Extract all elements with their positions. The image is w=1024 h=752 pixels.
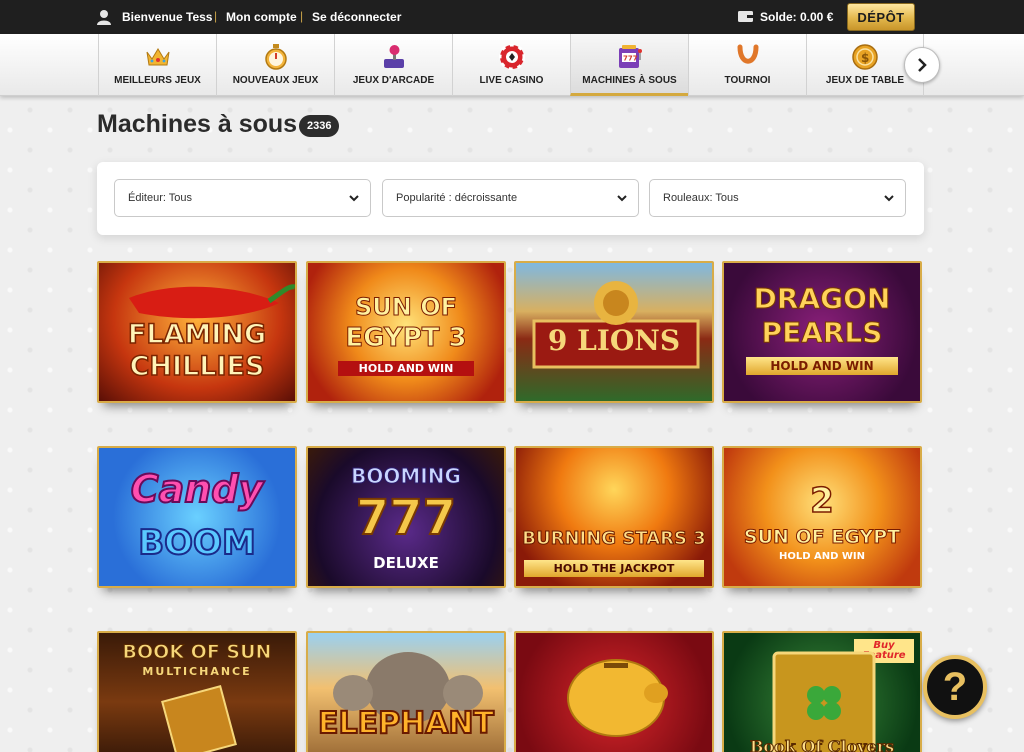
help-button[interactable]: ?: [923, 655, 987, 719]
reels-select[interactable]: Rouleaux: Tous: [649, 179, 906, 217]
reels-select-value: Rouleaux: Tous: [663, 192, 739, 204]
category-best-games[interactable]: MEILLEURS JEUX: [98, 34, 216, 96]
game-title-line2: 777: [355, 490, 457, 546]
user-icon: [97, 10, 111, 25]
game-title-line1: FLAMING: [127, 319, 267, 350]
popularity-select[interactable]: Popularité : décroissante: [382, 179, 639, 217]
chevron-down-icon: [349, 195, 359, 202]
category-label: MACHINES À SOUS: [582, 75, 677, 86]
greeting-text: Bienvenue Tess: [122, 10, 213, 24]
separator: |: [300, 9, 304, 23]
book-art: [161, 685, 237, 752]
game-tile-candy-boom[interactable]: Candy BOOM: [97, 446, 297, 588]
game-title-line3: HOLD AND WIN: [338, 361, 474, 376]
game-title-line3: HOLD AND WIN: [746, 357, 898, 375]
category-label: LIVE CASINO: [479, 75, 544, 86]
account-link[interactable]: Mon compte: [226, 10, 297, 24]
joystick-icon: [380, 44, 408, 70]
game-title-line1: BURNING STARS 3: [522, 528, 706, 549]
game-tile-dragon-pearls[interactable]: DRAGON PEARLS HOLD AND WIN: [722, 261, 922, 403]
game-title-line3: DELUXE: [373, 554, 439, 572]
svg-text:$: $: [861, 51, 869, 65]
poker-chip-icon: [498, 44, 526, 70]
clover-book-art: [772, 651, 876, 752]
popularity-select-value: Popularité : décroissante: [396, 192, 518, 204]
wallet-icon: [738, 11, 753, 22]
game-title-line2: HOLD THE JACKPOT: [524, 560, 704, 577]
stopwatch-icon: [262, 44, 290, 70]
category-label: NOUVEAUX JEUX: [232, 75, 319, 86]
category-label: MEILLEURS JEUX: [114, 75, 201, 86]
page-title: Machines à sous: [97, 110, 298, 138]
game-title-line2: CHILLIES: [129, 351, 265, 382]
coin-icon: $: [851, 44, 879, 70]
game-title-line1: Candy: [130, 467, 265, 511]
category-label: JEUX DE TABLE: [825, 75, 905, 86]
separator: |: [214, 9, 218, 23]
slot-machine-icon: 777: [616, 44, 644, 70]
game-tile-book-of-clovers[interactable]: Buy Feature Book Of Clovers: [722, 631, 922, 752]
game-tile-9-lions[interactable]: 9 LIONS: [514, 261, 714, 403]
chevron-down-icon: [884, 195, 894, 202]
game-title-line1: DRAGON: [753, 282, 891, 315]
publisher-select-value: Éditeur: Tous: [128, 192, 193, 204]
filters-panel: Éditeur: Tous Popularité : décroissante …: [97, 162, 924, 235]
game-tile-flaming-chillies[interactable]: FLAMING CHILLIES: [97, 261, 297, 403]
game-title-line2: SUN OF EGYPT: [743, 526, 901, 548]
game-tile-booming-777[interactable]: BOOMING 777 DELUXE: [306, 446, 506, 588]
game-title-line2: PEARLS: [761, 316, 883, 349]
game-title-line2: BOOM: [137, 523, 257, 563]
category-new-games[interactable]: NOUVEAUX JEUX: [216, 34, 334, 96]
publisher-select[interactable]: Éditeur: Tous: [114, 179, 371, 217]
game-title-line2: Book Of Clovers: [749, 737, 895, 752]
logout-link[interactable]: Se déconnecter: [312, 10, 401, 24]
game-title-line3: HOLD AND WIN: [778, 551, 866, 562]
game-tile-elephant-stampede[interactable]: ELEPHANT: [306, 631, 506, 752]
account-bar: Bienvenue Tess | Mon compte | Se déconne…: [0, 0, 1024, 34]
category-nav: MEILLEURS JEUX NOUVEAUX JEUX JEUX D'ARCA…: [0, 34, 1024, 96]
game-tile-sun-of-egypt-2[interactable]: 2 SUN OF EGYPT HOLD AND WIN: [722, 446, 922, 588]
category-live-casino[interactable]: LIVE CASINO: [452, 34, 570, 96]
category-tournament[interactable]: TOURNOI: [688, 34, 806, 96]
game-title-line2: EGYPT 3: [345, 323, 467, 353]
balance-text: Solde: 0.00 €: [760, 10, 834, 24]
category-slot-machines[interactable]: 777 MACHINES À SOUS: [570, 34, 688, 96]
horseshoe-icon: [734, 44, 762, 70]
svg-text:777: 777: [623, 55, 638, 63]
game-title-line1: ELEPHANT: [317, 706, 495, 741]
game-title-line1: SUN OF: [354, 293, 457, 321]
chevron-down-icon: [617, 195, 627, 202]
piggy-bank-art: [567, 659, 668, 737]
nav-next-button[interactable]: [904, 47, 940, 83]
chevron-right-icon: [918, 58, 927, 72]
deposit-button[interactable]: DÉPÔT: [847, 3, 915, 31]
crown-icon: [144, 44, 172, 70]
game-tile-sun-of-egypt-3[interactable]: SUN OF EGYPT 3 HOLD AND WIN: [306, 261, 506, 403]
game-title-line1: 2: [809, 481, 834, 521]
game-tile-piggy[interactable]: [514, 631, 714, 752]
category-label: TOURNOI: [724, 75, 771, 86]
category-label: JEUX D'ARCADE: [352, 75, 435, 86]
game-tile-book-of-sun[interactable]: BOOK OF SUN MULTICHANCE: [97, 631, 297, 752]
category-arcade[interactable]: JEUX D'ARCADE: [334, 34, 452, 96]
game-title-line1: BOOMING: [351, 464, 462, 488]
game-title-line1: 9 LIONS: [547, 324, 681, 357]
game-tile-burning-stars-3[interactable]: BURNING STARS 3 HOLD THE JACKPOT: [514, 446, 714, 588]
count-badge: 2336: [299, 115, 340, 137]
